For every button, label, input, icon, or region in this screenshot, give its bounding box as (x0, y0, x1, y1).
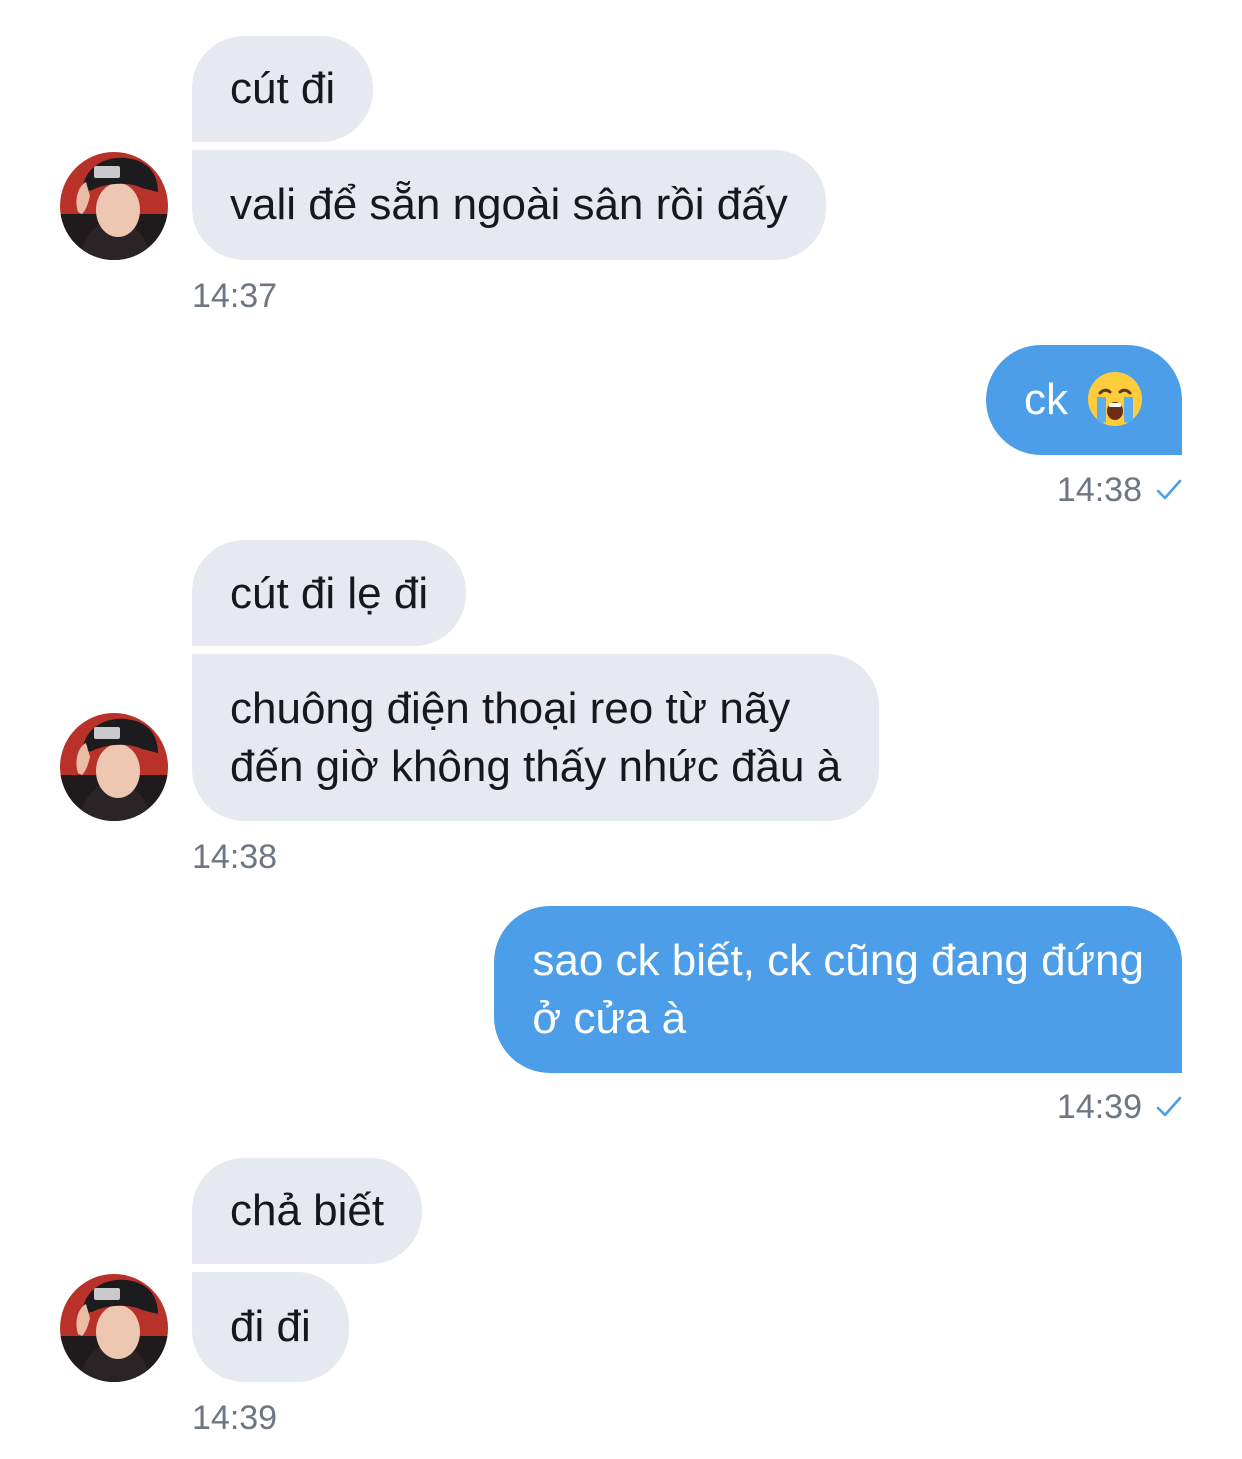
message-text-line: ở cửa à (532, 994, 687, 1043)
incoming-message-bubble[interactable]: cút đi (192, 36, 374, 142)
message-timestamp: 14:38 (192, 838, 278, 876)
message-status-row: 14:39 (1057, 1087, 1182, 1127)
outgoing-message-bubble[interactable]: sao ck biết, ck cũng đang đứng ở cửa à (494, 906, 1182, 1073)
contact-avatar[interactable] (60, 713, 168, 821)
sent-checkmark-icon (1156, 478, 1182, 502)
avatar-photo (60, 713, 168, 821)
message-timestamp: 14:39 (1056, 1088, 1142, 1126)
message-text: cút đi (230, 64, 336, 113)
message-timestamp: 14:38 (1056, 471, 1142, 509)
message-text: ck (1024, 375, 1068, 424)
avatar-photo (60, 152, 168, 260)
loudly-crying-face-icon (1086, 370, 1144, 428)
message-text: đi đi (230, 1302, 311, 1351)
message-text: vali để sẵn ngoài sân rồi đấy (230, 180, 788, 229)
message-status-row: 14:38 (1057, 470, 1182, 510)
message-text-line: chuông điện thoại reo từ nãy (230, 684, 791, 733)
message-text-line: sao ck biết, ck cũng đang đứng (532, 936, 1144, 985)
incoming-message-bubble[interactable]: cút đi lẹ đi (192, 540, 467, 646)
message-text: chả biết (230, 1186, 385, 1235)
message-text: cút đi lẹ đi (230, 569, 429, 618)
incoming-message-bubble[interactable]: vali để sẵn ngoài sân rồi đấy (192, 150, 826, 260)
message-timestamp: 14:37 (192, 277, 278, 315)
contact-avatar[interactable] (60, 152, 168, 260)
incoming-message-bubble[interactable]: chả biết (192, 1158, 423, 1264)
contact-avatar[interactable] (60, 1274, 168, 1382)
avatar-photo (60, 1274, 168, 1382)
outgoing-message-bubble[interactable]: ck (986, 345, 1182, 455)
sent-checkmark-icon (1156, 1095, 1182, 1119)
message-text-line: đến giờ không thấy nhức đầu à (230, 742, 842, 791)
incoming-message-bubble[interactable]: đi đi (192, 1272, 349, 1382)
incoming-message-bubble[interactable]: chuông điện thoại reo từ nãy đến giờ khô… (192, 654, 880, 821)
message-timestamp: 14:39 (192, 1399, 278, 1437)
